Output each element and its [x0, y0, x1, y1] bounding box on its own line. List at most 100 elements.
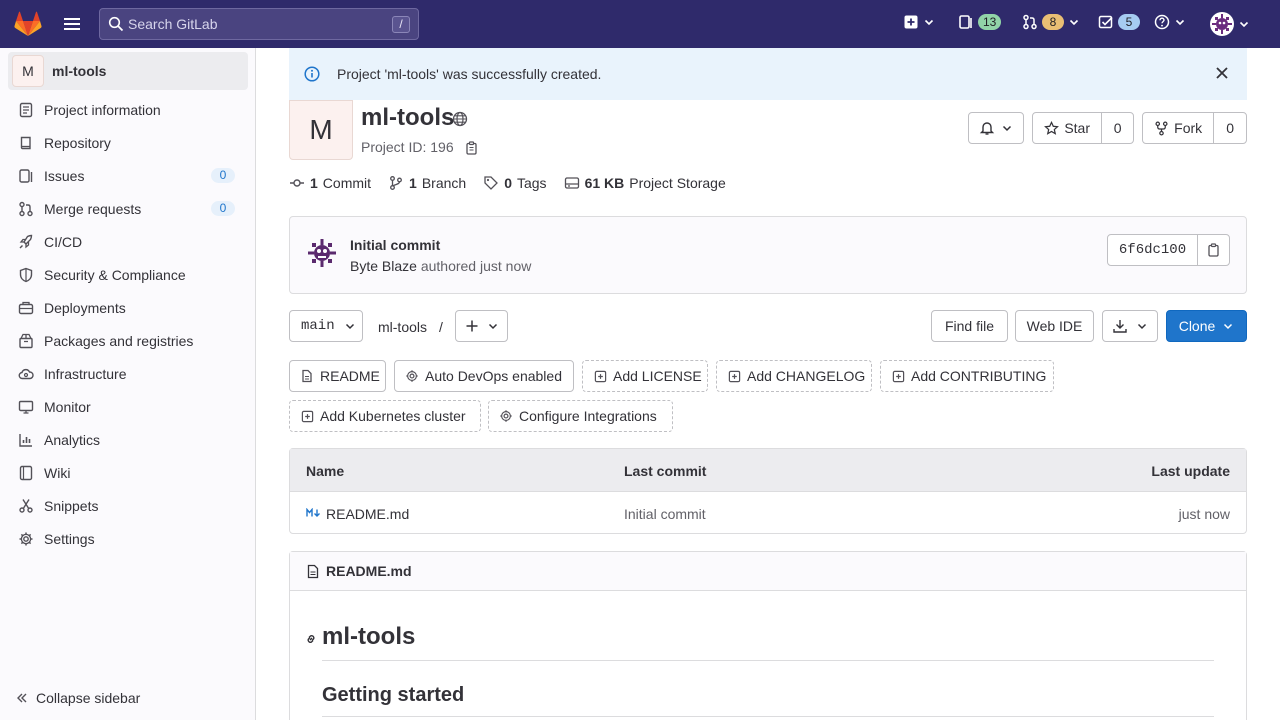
commit-sha[interactable]: 6f6dc100 [1107, 234, 1198, 266]
gitlab-logo-icon[interactable] [14, 11, 42, 37]
sidebar-item-label: Settings [44, 530, 95, 547]
column-header-name: Name [306, 463, 345, 479]
chevron-down-icon [488, 323, 497, 330]
find-file-button[interactable]: Find file [931, 310, 1008, 342]
plus-square-icon [301, 410, 314, 422]
fork-label: Fork [1174, 120, 1203, 136]
sidebar-project-header[interactable]: M ml-tools [8, 52, 248, 90]
sidebar-project-name: ml-tools [52, 63, 107, 79]
sidebar-item-monitor[interactable]: Monitor [8, 390, 248, 423]
configure-integrations-button[interactable]: Configure Integrations [488, 400, 673, 432]
branch-selector[interactable]: main [289, 310, 363, 342]
star-button-group: Star 0 [1032, 112, 1134, 144]
info-circle-icon [304, 66, 320, 82]
star-button[interactable]: Star [1033, 113, 1103, 143]
add-changelog-label: Add CHANGELOG [747, 368, 866, 384]
fork-button[interactable]: Fork [1143, 113, 1215, 143]
fork-count[interactable]: 0 [1214, 113, 1246, 143]
storage-stat[interactable]: 61 KB Project Storage [564, 175, 726, 191]
sidebar-item-label: Issues [44, 167, 85, 184]
issues-count-badge: 13 [978, 14, 1002, 30]
top-navbar: Search GitLab / 13 8 5 [0, 0, 1280, 48]
breadcrumb-project[interactable]: ml-tools [378, 319, 427, 335]
commit-title[interactable]: Initial commit [350, 237, 440, 253]
sidebar-item-wiki[interactable]: Wiki [8, 456, 248, 489]
commit-meta: Byte Blaze authored just now [350, 258, 531, 274]
search-icon [108, 16, 124, 32]
web-ide-button[interactable]: Web IDE [1015, 310, 1094, 342]
commit-icon [290, 179, 304, 187]
branches-label: Branch [421, 175, 467, 191]
user-menu-button[interactable] [1210, 12, 1250, 36]
sidebar-item-settings[interactable]: Settings [8, 522, 248, 555]
notification-dropdown-button[interactable] [968, 112, 1024, 144]
heading-divider [322, 716, 1214, 717]
file-icon [307, 564, 319, 578]
add-to-tree-dropdown[interactable] [455, 310, 508, 342]
link-icon[interactable] [304, 632, 318, 646]
add-contributing-button[interactable]: Add CONTRIBUTING [880, 360, 1054, 392]
add-changelog-button[interactable]: Add CHANGELOG [716, 360, 872, 392]
collapse-sidebar-button[interactable]: Collapse sidebar [16, 690, 140, 706]
sidebar-item-label: Wiki [44, 464, 71, 481]
question-icon [1154, 14, 1170, 30]
commits-stat[interactable]: 1 Commit [289, 175, 371, 191]
todo-icon [1098, 15, 1113, 29]
todos-nav-button[interactable]: 5 [1098, 14, 1140, 30]
file-last-update: just now [1178, 506, 1230, 522]
new-dropdown-button[interactable] [903, 14, 935, 30]
sidebar-item-label: Monitor [44, 398, 91, 415]
commit-author[interactable]: Byte Blaze [350, 258, 417, 274]
sidebar-item-issues[interactable]: Issues 0 [8, 159, 248, 192]
table-row[interactable]: README.md Initial commit just now [290, 492, 1246, 534]
help-dropdown-button[interactable] [1154, 14, 1186, 30]
sidebar-item-merge-requests[interactable]: Merge requests 0 [8, 192, 248, 225]
chevron-down-icon [924, 19, 934, 26]
merge-requests-nav-button[interactable]: 8 [1022, 14, 1080, 30]
file-last-commit[interactable]: Initial commit [624, 506, 706, 522]
sidebar-item-project-information[interactable]: Project information [8, 93, 248, 126]
branches-stat[interactable]: 1 Branch [388, 175, 466, 191]
snippet-icon [19, 498, 33, 513]
add-kubernetes-button[interactable]: Add Kubernetes cluster [289, 400, 481, 432]
readme-label: README [320, 368, 380, 384]
sidebar-item-analytics[interactable]: Analytics [8, 423, 248, 456]
chevron-down-icon [1002, 125, 1012, 132]
auto-devops-button[interactable]: Auto DevOps enabled [394, 360, 574, 392]
sidebar-item-security-compliance[interactable]: Security & Compliance [8, 258, 248, 291]
copy-icon [1207, 243, 1219, 257]
globe-icon [452, 111, 468, 127]
close-icon[interactable] [1215, 66, 1229, 80]
add-license-button[interactable]: Add LICENSE [582, 360, 708, 392]
sidebar-nav: Project information Repository Issues 0 … [8, 93, 248, 555]
plus-icon [466, 320, 477, 332]
chevron-down-icon [1137, 323, 1147, 330]
star-count[interactable]: 0 [1102, 113, 1133, 143]
sidebar-item-infrastructure[interactable]: Infrastructure [8, 357, 248, 390]
sidebar-item-repository[interactable]: Repository [8, 126, 248, 159]
storage-label: Project Storage [629, 175, 726, 191]
copy-sha-button[interactable] [1197, 234, 1230, 266]
avatar[interactable] [306, 237, 338, 269]
avatar [1210, 12, 1234, 36]
download-dropdown-button[interactable] [1102, 310, 1158, 342]
commits-count: 1 [310, 175, 318, 191]
readme-button[interactable]: README [289, 360, 386, 392]
star-icon [1044, 120, 1060, 135]
sidebar-item-ci-cd[interactable]: CI/CD [8, 225, 248, 258]
menu-icon[interactable] [63, 16, 81, 32]
clone-dropdown-button[interactable]: Clone [1166, 310, 1247, 342]
add-kubernetes-label: Add Kubernetes cluster [320, 408, 466, 424]
file-name[interactable]: README.md [326, 506, 409, 522]
disk-icon [564, 177, 579, 189]
sidebar-item-deployments[interactable]: Deployments [8, 291, 248, 324]
sidebar-item-snippets[interactable]: Snippets [8, 489, 248, 522]
copy-icon[interactable] [465, 141, 479, 155]
search-input[interactable]: Search GitLab / [99, 8, 419, 40]
tags-stat[interactable]: 0 Tags [483, 175, 547, 191]
sidebar-item-label: Snippets [44, 497, 99, 514]
issues-nav-button[interactable]: 13 [958, 14, 1002, 30]
sidebar-item-packages-registries[interactable]: Packages and registries [8, 324, 248, 357]
configure-integrations-label: Configure Integrations [519, 408, 657, 424]
readme-filename[interactable]: README.md [326, 563, 412, 579]
